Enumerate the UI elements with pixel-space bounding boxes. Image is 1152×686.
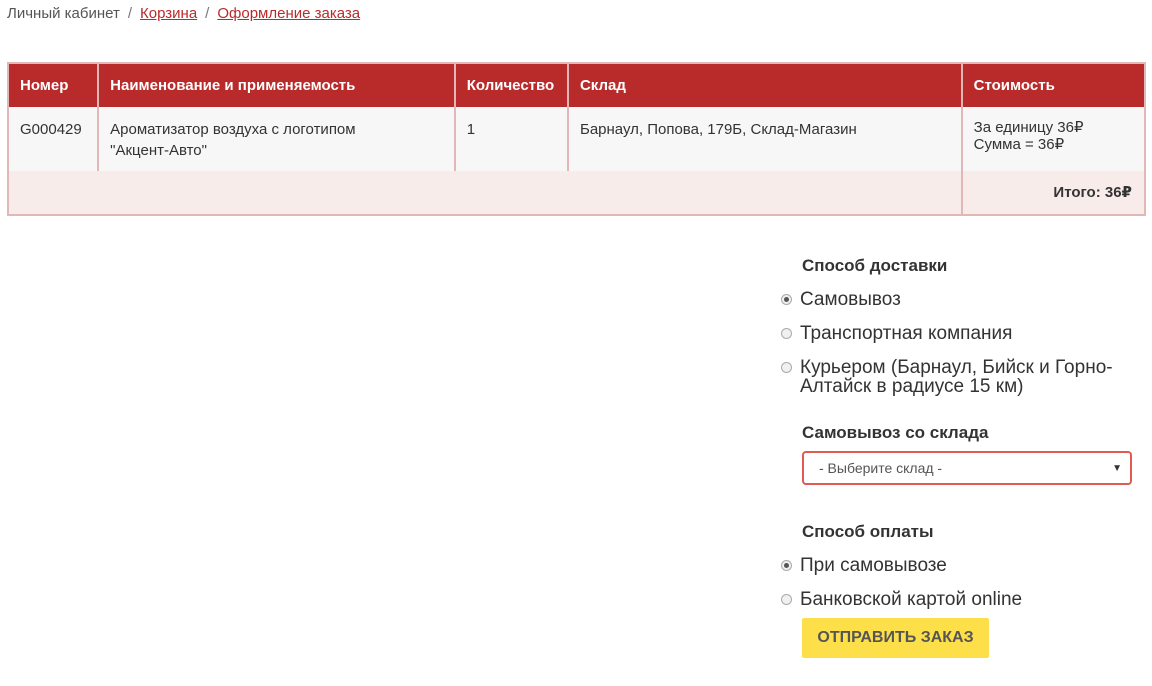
pickup-warehouse-title: Самовывоз со склада [802,423,989,442]
radio-button[interactable] [781,328,792,339]
line-sum: Сумма = 36₽ [973,136,1065,153]
payment-option-card-online[interactable]: Банковской картой online [781,590,1133,609]
breadcrumb-separator: / [127,5,133,22]
unit-price: За единицу 36₽ [973,119,1084,136]
total-row-spacer [8,171,962,215]
payment-option-label: Банковской картой online [800,589,1023,610]
cell-item-name: Ароматизатор воздуха с логотипом "Акцент… [98,107,456,171]
table-total-row: Итого: 36₽ [8,171,1145,215]
breadcrumb: Личный кабинет / Корзина / Оформление за… [7,5,360,22]
delivery-method-options: Самовывоз Транспортная компания Курьером… [781,290,1133,396]
radio-button-checked[interactable] [781,294,792,305]
breadcrumb-item-account: Личный кабинет [7,5,120,22]
cell-item-number: G000429 [8,107,100,171]
delivery-option-courier[interactable]: Курьером (Барнаул, Бийск и Горно-Алтайск… [781,358,1133,396]
delivery-option-transport-company[interactable]: Транспортная компания [781,324,1133,343]
submit-order-button[interactable]: ОТПРАВИТЬ ЗАКАЗ [802,618,989,658]
column-header-cost: Стоимость [961,63,1145,107]
order-checkout-page: Личный кабинет / Корзина / Оформление за… [0,0,1152,686]
table-header-row: Номер Наименование и применяемость Колич… [8,63,1145,107]
cell-item-cost: За единицу 36₽ Сумма = 36₽ [961,107,1145,171]
delivery-option-label: Транспортная компания [800,323,1013,344]
column-header-quantity: Количество [454,63,569,107]
delivery-option-label: Самовывоз [800,289,901,310]
breadcrumb-separator: / [205,5,210,22]
radio-button-checked[interactable] [781,560,792,571]
cell-item-quantity: 1 [454,107,569,171]
item-name-line: "Акцент-Авто" [110,142,207,159]
checkout-form: Способ доставки Самовывоз Транспортная к… [781,256,1133,658]
delivery-method-title: Способ доставки [802,256,948,275]
cell-item-warehouse: Барнаул, Попова, 179Б, Склад-Магазин [567,107,963,171]
column-header-warehouse: Склад [567,63,963,107]
item-name-line: Ароматизатор воздуха с логотипом [110,121,356,138]
payment-method-options: При самовывозе Банковской картой online [781,556,1133,609]
payment-option-label: При самовывозе [800,555,947,576]
delivery-option-label: Курьером (Барнаул, Бийск и Горно-Алтайск… [800,357,1113,397]
warehouse-select[interactable]: - Выберите склад - ▼ [802,451,1132,485]
dropdown-arrow-icon: ▼ [1112,462,1122,474]
payment-method-title: Способ оплаты [802,522,934,541]
delivery-option-pickup[interactable]: Самовывоз [781,290,1133,309]
breadcrumb-link-checkout[interactable]: Оформление заказа [217,5,360,22]
table-row: G000429 Ароматизатор воздуха с логотипом… [8,107,1145,171]
warehouse-select-value: - Выберите склад - [819,460,943,476]
radio-button[interactable] [781,362,792,373]
radio-button[interactable] [781,594,792,605]
order-total: Итого: 36₽ [960,171,1145,215]
breadcrumb-link-cart[interactable]: Корзина [140,5,197,22]
column-header-name: Наименование и применяемость [98,63,456,107]
payment-option-on-pickup[interactable]: При самовывозе [781,556,1133,575]
column-header-number: Номер [8,63,100,107]
order-table: Номер Наименование и применяемость Колич… [7,62,1146,216]
